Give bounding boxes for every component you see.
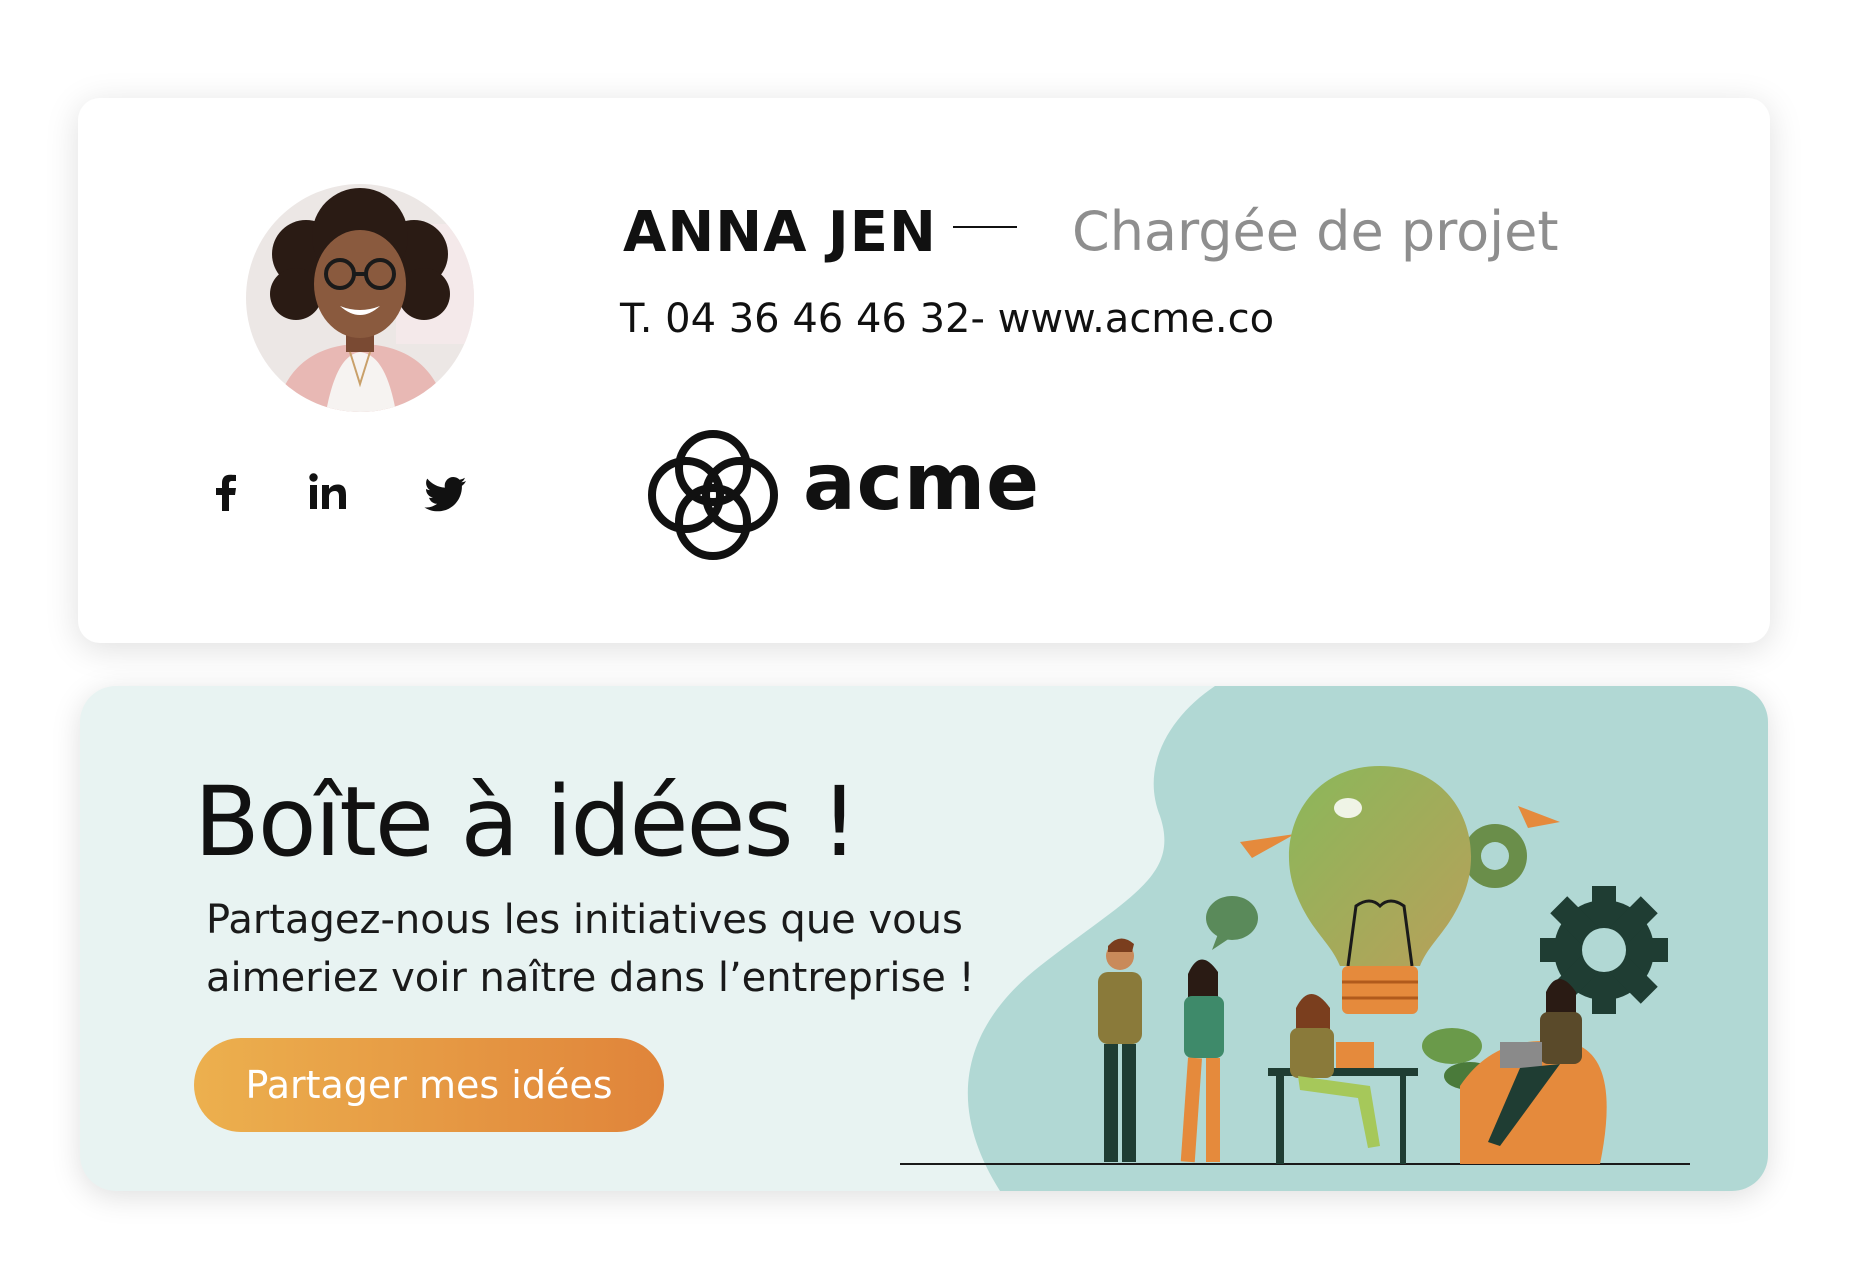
person-name: ANNA JEN [623,200,937,265]
separator-dash [953,226,1017,228]
signature-card: ANNA JEN Chargée de projet T. 04 36 46 4… [78,98,1770,643]
contact-line[interactable]: T. 04 36 46 46 32- www.acme.co [620,296,1274,342]
banner-title: Boîte à idées ! [194,766,859,878]
team-ideas-illustration [900,766,1690,1165]
share-ideas-button[interactable]: Partager mes idées [194,1038,664,1132]
company-logo-text: acme [803,438,1041,528]
avatar [246,184,474,412]
linkedin-icon[interactable] [298,463,358,523]
idea-box-banner[interactable]: Boîte à idées ! Partagez-nous les initia… [80,686,1768,1191]
job-title: Chargée de projet [1072,200,1559,263]
acme-logo-icon [648,430,778,560]
banner-description: Partagez-nous les initiatives que vous a… [206,897,975,1001]
twitter-icon[interactable] [416,463,476,523]
facebook-icon[interactable] [196,463,256,523]
